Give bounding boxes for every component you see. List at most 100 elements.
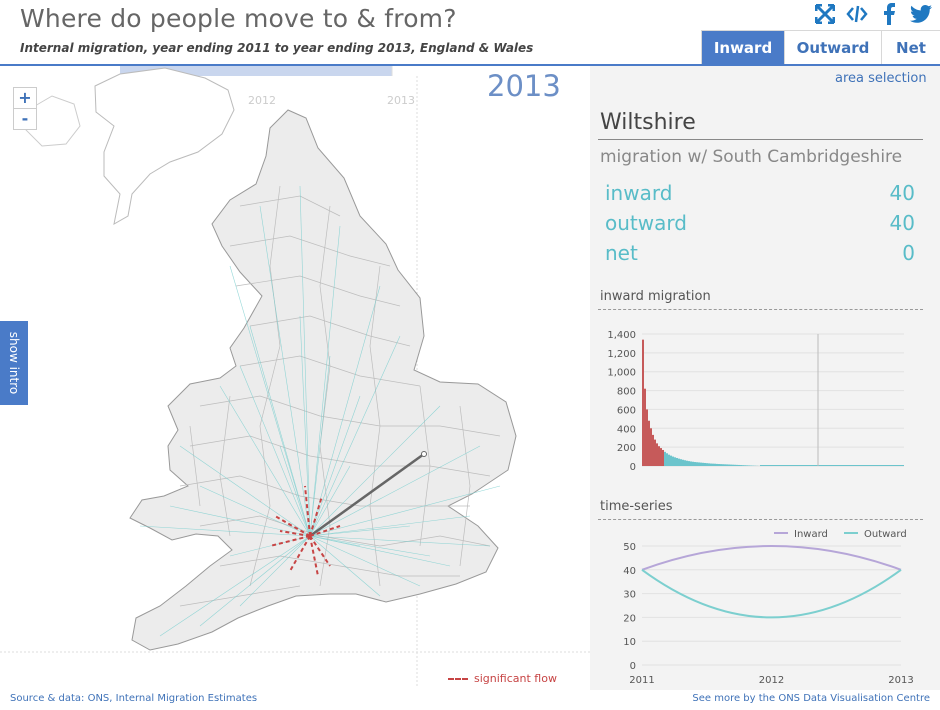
tab-inward[interactable]: Inward (702, 31, 785, 65)
ts-y-tick: 10 (623, 637, 636, 648)
slider-tick-2012: 2012 (248, 94, 276, 107)
hist-bar (704, 462, 706, 466)
hist-bar (710, 463, 712, 466)
hist-bar (734, 464, 736, 466)
hist-y-tick: 1,200 (607, 349, 636, 360)
hist-bar (650, 428, 652, 466)
ts-x-tick: 2012 (759, 675, 784, 686)
share-icons (814, 3, 932, 25)
pair-label: migration w/ South Cambridgeshire (600, 147, 903, 167)
stat-net-value: 0 (902, 241, 915, 265)
hist-bar (674, 457, 676, 466)
zoom-in-button[interactable]: + (14, 88, 36, 109)
hist-bar (718, 464, 720, 466)
hist-bar (730, 464, 732, 466)
hist-bar (740, 465, 742, 466)
hist-bar (720, 464, 722, 466)
embed-icon[interactable] (846, 3, 868, 25)
hist-bar (680, 459, 682, 466)
hist-bar (726, 464, 728, 466)
hist-divider (598, 309, 923, 310)
hist-bar (746, 465, 748, 466)
ts-x-tick: 2011 (629, 675, 654, 686)
significant-flow-swatch (448, 677, 468, 680)
header: Where do people move to & from? Internal… (0, 0, 940, 66)
hist-bar (694, 462, 696, 466)
page-title: Where do people move to & from? (20, 4, 457, 33)
stat-outward-label: outward (605, 211, 687, 235)
stat-inward: inward 40 (605, 181, 915, 205)
hist-bar (682, 459, 684, 466)
hist-bar (748, 465, 750, 466)
hist-y-tick: 200 (617, 443, 636, 454)
zoom-control: + - (13, 87, 37, 130)
ts-x-tick: 2013 (888, 675, 913, 686)
hist-y-tick: 600 (617, 405, 636, 416)
ts-y-tick: 50 (623, 542, 636, 553)
tab-outward[interactable]: Outward (785, 31, 882, 65)
stat-net: net 0 (605, 241, 915, 265)
migration-map[interactable] (0, 66, 590, 690)
ts-series-line-inward (641, 545, 902, 571)
selected-flow-end (421, 451, 427, 457)
hist-bar (658, 446, 660, 466)
hist-bar (698, 462, 700, 466)
region-divider (598, 139, 923, 140)
hist-bar (642, 339, 644, 466)
hist-bar (724, 464, 726, 466)
hist-bar (692, 461, 694, 466)
hist-y-tick: 1,000 (607, 368, 636, 379)
hist-bar (670, 455, 672, 466)
hist-bar (676, 457, 678, 466)
hist-bar (708, 463, 710, 466)
ts-legend-label: Outward (864, 529, 907, 540)
twitter-icon[interactable] (910, 3, 932, 25)
hist-bar (684, 460, 686, 466)
hist-bar (664, 451, 666, 466)
expand-icon[interactable] (814, 3, 836, 25)
slider-tick-2013: 2013 (387, 94, 415, 107)
area-selection-link[interactable]: area selection (835, 71, 927, 86)
region-name: Wiltshire (600, 110, 696, 135)
hist-bar (686, 460, 688, 466)
stat-outward: outward 40 (605, 211, 915, 235)
hist-bar (736, 464, 738, 466)
ts-y-tick: 20 (623, 613, 636, 624)
view-tabs: Inward Outward Net (701, 30, 940, 66)
map-area[interactable]: 2013 2012 2013 (0, 66, 590, 690)
tab-net[interactable]: Net (882, 31, 940, 65)
hist-bar (688, 461, 690, 466)
hist-bar (700, 462, 702, 466)
hist-bar (644, 388, 646, 466)
hist-y-tick: 0 (630, 462, 636, 473)
hist-bar (656, 443, 658, 466)
year-label: 2013 (487, 69, 561, 103)
hist-bar (712, 463, 714, 466)
hist-bar (668, 454, 670, 466)
stat-inward-label: inward (605, 181, 673, 205)
significant-flow-label: significant flow (474, 672, 557, 685)
facebook-icon[interactable] (878, 3, 900, 25)
hist-bar (648, 420, 650, 466)
hist-bar (732, 464, 734, 466)
hist-bar (666, 453, 668, 466)
time-series-chart: 0 10 20 30 40 50 2011 2012 2013 Inward Outward (623, 529, 913, 686)
map-legend: significant flow (448, 672, 557, 685)
ts-y-tick: 0 (630, 661, 636, 672)
zoom-out-button[interactable]: - (14, 109, 36, 129)
hist-title: inward migration (600, 289, 711, 304)
hist-bar (728, 464, 730, 466)
show-intro-button[interactable]: show intro (0, 321, 28, 405)
ts-y-tick: 40 (623, 566, 636, 577)
hist-bar (742, 465, 744, 466)
hist-tail (760, 465, 904, 466)
hist-bar (646, 409, 648, 466)
hist-bar (744, 465, 746, 466)
stat-inward-value: 40 (889, 181, 915, 205)
show-intro-label: show intro (7, 331, 21, 395)
hist-bar (738, 464, 740, 466)
hist-bar (672, 456, 674, 466)
stat-outward-value: 40 (889, 211, 915, 235)
ons-link[interactable]: See more by the ONS Data Visualisation C… (692, 693, 930, 704)
source-link[interactable]: Source & data: ONS, Internal Migration E… (10, 693, 257, 704)
